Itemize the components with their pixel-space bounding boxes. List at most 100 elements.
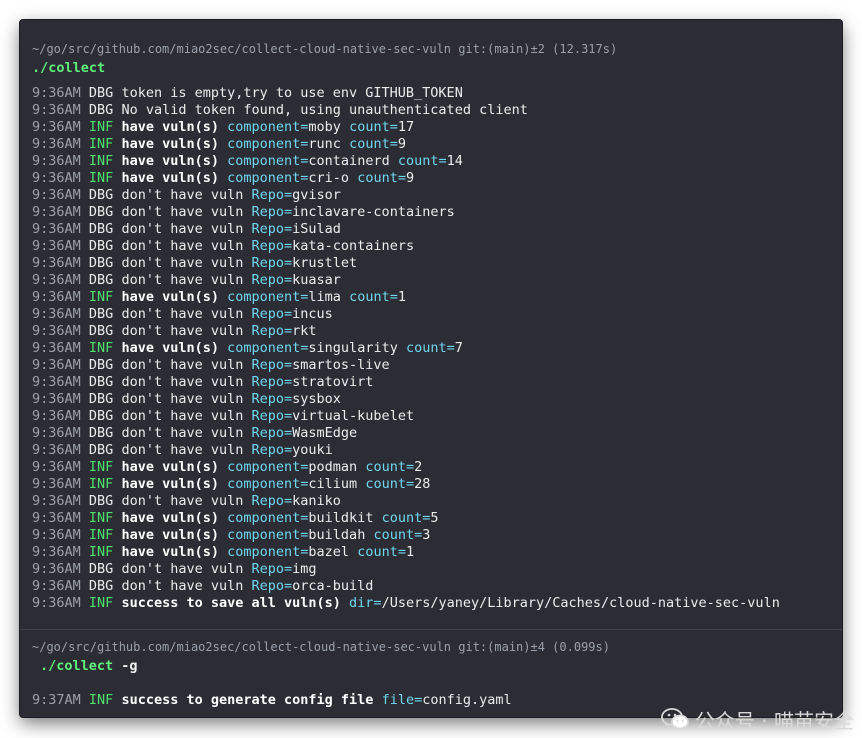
log-level: DBG (88, 187, 114, 203)
log-line: 9:36AM DBG don't have vuln Repo=virtual-… (32, 408, 780, 425)
log-field-value: kuasar (292, 272, 341, 288)
log-level: INF (88, 595, 114, 611)
log-time: 9:36AM (32, 323, 81, 339)
log-field-key: component= (227, 119, 309, 135)
log-level: DBG (88, 85, 114, 101)
command-line: ./collect (32, 60, 105, 76)
watermark-text: 公众号 · 喵苗安全 (694, 708, 854, 733)
log-field-key: component= (227, 153, 309, 169)
log-field-value: incus (292, 306, 333, 322)
log-message: have vuln(s) (121, 527, 219, 543)
log-field-value: iSulad (292, 221, 341, 237)
command-args: -g (113, 658, 138, 674)
log-field-key: Repo= (251, 493, 293, 509)
log-message: don't have vuln (121, 204, 244, 220)
log-field-value: config.yaml (422, 692, 512, 708)
log-message: don't have vuln (121, 561, 244, 577)
log-level: INF (88, 170, 114, 186)
command-name: ./collect (32, 60, 106, 76)
watermark: 公众号 · 喵苗安全 (661, 704, 854, 734)
log-level: DBG (88, 561, 114, 577)
log-field-key: count= (381, 510, 431, 526)
log-message: don't have vuln (121, 255, 244, 271)
log-level: INF (88, 289, 114, 305)
log-field-value: kaniko (292, 493, 341, 509)
log-line: 9:36AM DBG don't have vuln Repo=kata-con… (32, 238, 780, 255)
log-line: 9:36AM DBG don't have vuln Repo=stratovi… (32, 374, 780, 391)
log-time: 9:36AM (32, 374, 81, 390)
command-name: ./collect (40, 658, 114, 674)
log-field-key: Repo= (251, 255, 293, 271)
log-field-key: count= (405, 340, 455, 356)
log-message: don't have vuln (121, 306, 244, 322)
log-time: 9:36AM (32, 561, 81, 577)
log-message: don't have vuln (121, 391, 244, 407)
log-line: 9:36AM DBG don't have vuln Repo=incus (32, 306, 780, 323)
log-field-value: singularity (308, 340, 398, 356)
log-level: DBG (88, 442, 114, 458)
log-line: 9:36AM INF have vuln(s) component=contai… (32, 153, 780, 170)
log-field-key: component= (227, 136, 309, 152)
log-time: 9:36AM (32, 289, 81, 305)
log-message: don't have vuln (121, 442, 244, 458)
log-line: 9:36AM DBG don't have vuln Repo=img (32, 561, 780, 578)
log-time: 9:36AM (32, 340, 81, 356)
log-line: 9:36AM DBG don't have vuln Repo=sysbox (32, 391, 780, 408)
command-block-1[interactable]: ~/go/src/github.com/miao2sec/collect-clo… (20, 20, 842, 629)
log-line: 9:36AM INF have vuln(s) component=cilium… (32, 476, 780, 493)
log-time: 9:36AM (32, 119, 81, 135)
log-field-key: count= (349, 289, 398, 305)
log-level: INF (88, 692, 114, 708)
log-time: 9:36AM (32, 442, 81, 458)
log-message: have vuln(s) (121, 136, 219, 152)
log-field-value: 5 (430, 510, 439, 526)
log-message: have vuln(s) (121, 544, 219, 560)
log-field-value: lima (308, 289, 341, 305)
log-field-key: component= (227, 459, 309, 475)
log-line: 9:36AM DBG don't have vuln Repo=iSulad (32, 221, 780, 238)
log-field-key: count= (349, 119, 398, 135)
log-field-key: Repo= (251, 374, 293, 390)
log-field-value: 1 (405, 544, 415, 560)
log-line: 9:36AM DBG don't have vuln Repo=orca-bui… (32, 578, 780, 595)
log-message: token is empty,try to use env GITHUB_TOK… (121, 85, 463, 101)
log-message: don't have vuln (121, 272, 244, 288)
log-message: don't have vuln (121, 323, 244, 339)
log-time: 9:36AM (32, 510, 81, 526)
log-message: success to save all vuln(s) (121, 595, 341, 611)
log-level: DBG (88, 102, 114, 118)
log-field-value: rkt (292, 323, 317, 339)
log-line: 9:36AM DBG No valid token found, using u… (32, 102, 780, 119)
log-time: 9:36AM (32, 578, 81, 594)
log-field-key: count= (357, 544, 406, 560)
log-message: don't have vuln (121, 425, 244, 441)
log-level: DBG (88, 221, 114, 237)
log-field-value: cri-o (308, 170, 350, 186)
log-field-value: inclavare-containers (292, 204, 455, 220)
log-field-key: component= (227, 340, 309, 356)
log-level: INF (88, 476, 114, 492)
log-line: 9:36AM DBG don't have vuln Repo=inclavar… (32, 204, 780, 221)
log-field-value: virtual-kubelet (292, 408, 415, 424)
log-level: INF (88, 340, 114, 356)
log-field-key: component= (227, 510, 309, 526)
log-level: DBG (88, 408, 114, 424)
log-field-value: cilium (308, 476, 358, 492)
log-line: 9:36AM DBG don't have vuln Repo=smartos-… (32, 357, 780, 374)
log-line: 9:36AM INF have vuln(s) component=builda… (32, 527, 780, 544)
log-field-value: 14 (446, 153, 463, 169)
log-field-value: 28 (414, 476, 431, 492)
log-field-value: bazel (308, 544, 350, 560)
log-level: DBG (88, 204, 114, 220)
log-field-value: WasmEdge (292, 425, 358, 441)
output-lines: 9:36AM DBG token is empty,try to use env… (32, 85, 780, 612)
log-field-key: count= (365, 476, 415, 492)
log-level: INF (88, 527, 114, 543)
log-time: 9:36AM (32, 476, 81, 492)
log-time: 9:36AM (32, 238, 81, 254)
log-line: 9:36AM DBG token is empty,try to use env… (32, 85, 780, 102)
log-time: 9:36AM (32, 272, 81, 288)
log-field-value: 7 (454, 340, 463, 356)
log-level: DBG (88, 272, 114, 288)
log-field-value: stratovirt (292, 374, 374, 390)
